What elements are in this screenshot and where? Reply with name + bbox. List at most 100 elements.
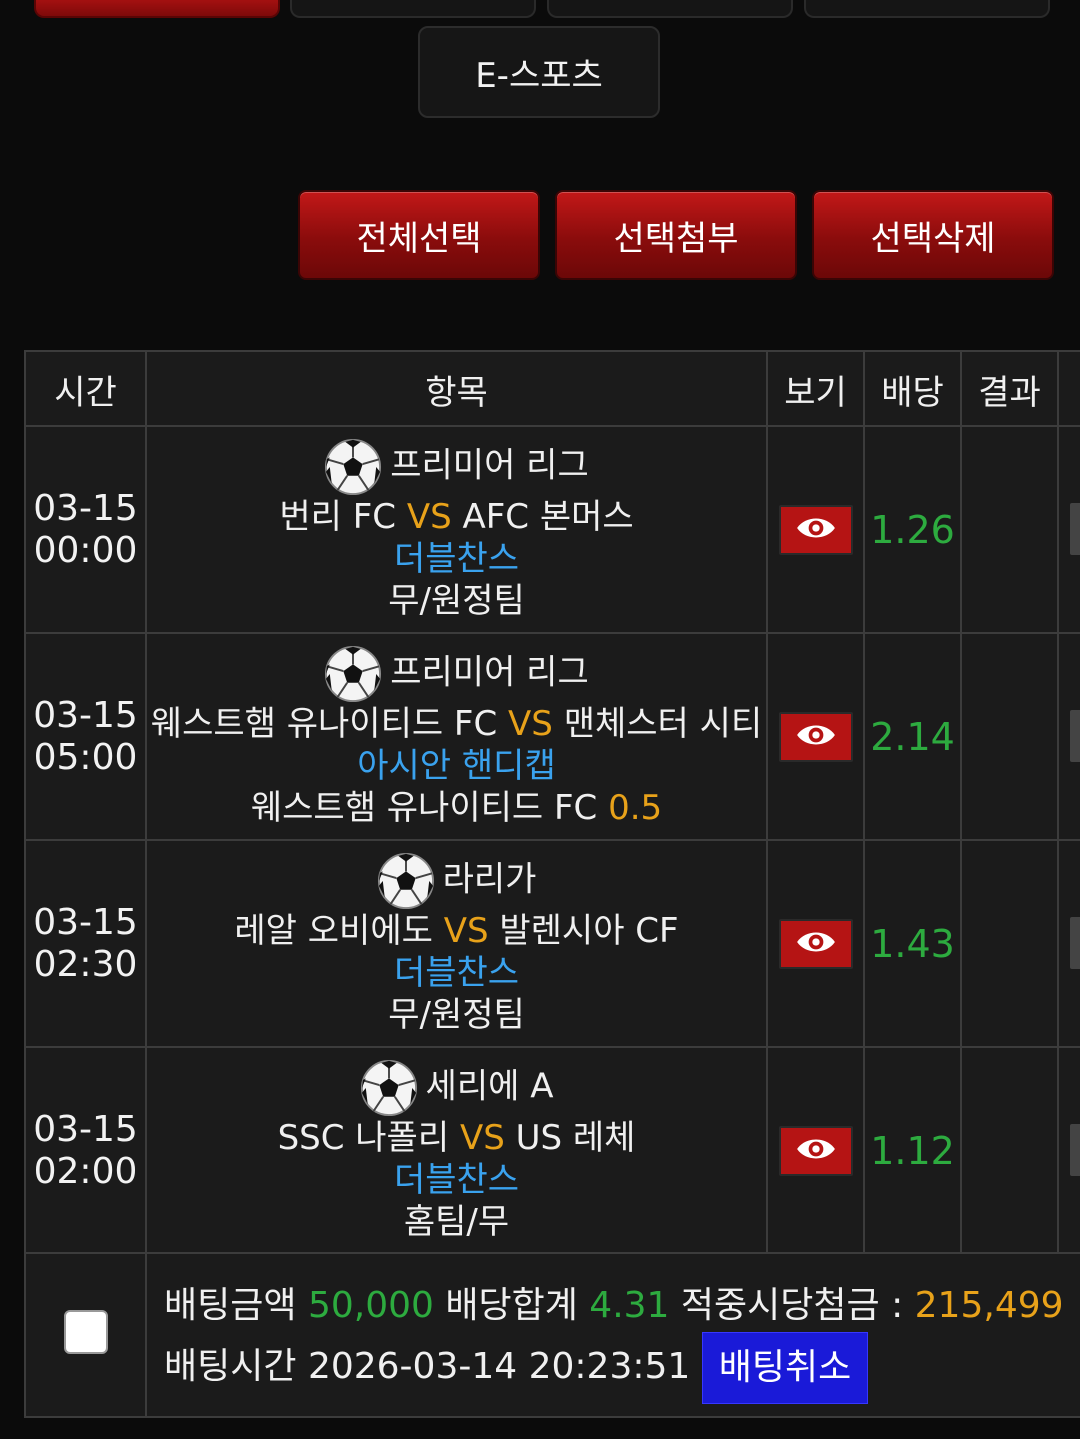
tab-top-1[interactable] bbox=[34, 0, 280, 18]
view-button[interactable] bbox=[778, 504, 853, 555]
pick-line: 홈팀/무 bbox=[404, 1201, 509, 1243]
delete-selected-button[interactable]: 선택삭제 bbox=[812, 190, 1054, 280]
vs-label: VS bbox=[406, 496, 452, 537]
row-item: 프리미어 리그 번리 FC VS AFC 본머스 더블찬스 무/원정팀 bbox=[147, 427, 766, 632]
home-team: SSC 나폴리 bbox=[277, 1117, 450, 1158]
row-view bbox=[768, 634, 863, 839]
pick-line: 웨스트햄 유나이티드 FC 0.5 bbox=[251, 787, 662, 829]
payout-value: 215,499 bbox=[914, 1285, 1064, 1326]
row-date: 03-15 bbox=[33, 487, 138, 529]
pick-value: 0.5 bbox=[608, 787, 663, 828]
eye-icon bbox=[795, 514, 837, 546]
league-line: 프리미어 리그 bbox=[324, 645, 589, 703]
home-team: 레알 오비에도 bbox=[234, 910, 433, 951]
row-date: 03-15 bbox=[33, 694, 138, 736]
row-clock: 05:00 bbox=[33, 736, 138, 778]
select-all-button[interactable]: 전체선택 bbox=[298, 190, 540, 280]
row-clock: 02:00 bbox=[33, 1150, 138, 1192]
row-odds: 1.43 bbox=[865, 841, 960, 1046]
header-item: 항목 bbox=[425, 372, 488, 413]
total-odds-label: 배당합계 bbox=[445, 1285, 578, 1326]
vs-label: VS bbox=[508, 703, 553, 744]
row-time: 03-15 02:00 bbox=[26, 1048, 145, 1253]
tab-top-4[interactable] bbox=[804, 0, 1050, 18]
row-odds: 1.12 bbox=[865, 1048, 960, 1253]
league-name: 세리에 A bbox=[425, 1066, 554, 1106]
header-result: 결과 bbox=[978, 372, 1041, 413]
row-side-control[interactable] bbox=[1070, 1124, 1080, 1176]
row-side-control[interactable] bbox=[1070, 710, 1080, 762]
row-view bbox=[768, 1048, 863, 1253]
view-button[interactable] bbox=[778, 711, 853, 762]
league-line: 세리에 A bbox=[360, 1059, 554, 1117]
attach-selected-button[interactable]: 선택첨부 bbox=[555, 190, 797, 280]
row-result bbox=[962, 841, 1057, 1046]
cancel-bet-button[interactable]: 배팅취소 bbox=[701, 1332, 869, 1404]
pick-line: 무/원정팀 bbox=[388, 580, 525, 622]
bet-summary-line: 배팅금액 50,000 배당합계 4.31 적중시당첨금 : 215,499 bbox=[164, 1276, 1064, 1328]
pick-label: 홈팀/무 bbox=[403, 1201, 510, 1242]
home-team: 웨스트햄 유나이티드 FC bbox=[150, 703, 498, 744]
row-time: 03-15 02:30 bbox=[26, 841, 145, 1046]
row-view bbox=[768, 427, 863, 632]
row-clock: 02:30 bbox=[33, 943, 138, 985]
tab-top-3[interactable] bbox=[547, 0, 793, 18]
row-date: 03-15 bbox=[33, 901, 138, 943]
row-result bbox=[962, 634, 1057, 839]
header-time: 시간 bbox=[54, 372, 117, 413]
league-line: 라리가 bbox=[377, 852, 536, 910]
bet-table: 시간 항목 보기 배당 결과 03-15 00:00 프리미어 리그 번리 FC… bbox=[24, 350, 1080, 1418]
soccer-ball-icon bbox=[360, 1059, 418, 1117]
row-clock: 00:00 bbox=[33, 529, 138, 571]
row-odds: 1.26 bbox=[865, 427, 960, 632]
market-type: 더블찬스 bbox=[393, 952, 520, 993]
bet-amount-value: 50,000 bbox=[307, 1285, 434, 1326]
row-view bbox=[768, 841, 863, 1046]
away-team: 맨체스터 시티 bbox=[563, 703, 763, 744]
pick-label: 무/원정팀 bbox=[388, 994, 525, 1035]
pick-line: 무/원정팀 bbox=[388, 994, 525, 1036]
bet-amount-label: 배팅금액 bbox=[164, 1285, 297, 1326]
pick-label: 웨스트햄 유나이티드 FC bbox=[250, 787, 598, 828]
payout-label: 적중시당첨금 : bbox=[680, 1285, 904, 1326]
row-item: 세리에 A SSC 나폴리 VS US 레체 더블찬스 홈팀/무 bbox=[147, 1048, 766, 1253]
league-line: 프리미어 리그 bbox=[324, 438, 589, 496]
row-side-control[interactable] bbox=[1070, 917, 1080, 969]
tab-top-2[interactable] bbox=[290, 0, 536, 18]
soccer-ball-icon bbox=[324, 645, 382, 703]
eye-icon bbox=[795, 1135, 837, 1167]
odds-value: 1.26 bbox=[870, 507, 955, 552]
row-item: 프리미어 리그 웨스트햄 유나이티드 FC VS 맨체스터 시티 아시안 핸디캡… bbox=[147, 634, 766, 839]
view-button[interactable] bbox=[778, 1125, 853, 1176]
away-team: AFC 본머스 bbox=[462, 496, 634, 537]
bet-select-checkbox[interactable] bbox=[64, 1310, 108, 1354]
soccer-ball-icon bbox=[324, 438, 382, 496]
row-side-control[interactable] bbox=[1070, 503, 1080, 555]
view-button[interactable] bbox=[778, 918, 853, 969]
row-item: 라리가 레알 오비에도 VS 발렌시아 CF 더블찬스 무/원정팀 bbox=[147, 841, 766, 1046]
away-team: US 레체 bbox=[515, 1117, 636, 1158]
match-line: 번리 FC VS AFC 본머스 bbox=[279, 496, 633, 538]
market-type: 더블찬스 bbox=[393, 538, 520, 579]
match-line: SSC 나폴리 VS US 레체 bbox=[278, 1117, 636, 1159]
bet-time-line: 배팅시간 2026-03-14 20:23:51 배팅취소 bbox=[164, 1332, 869, 1404]
row-time: 03-15 00:00 bbox=[26, 427, 145, 632]
total-odds-value: 4.31 bbox=[589, 1285, 670, 1326]
row-result bbox=[962, 1048, 1057, 1253]
header-view: 보기 bbox=[784, 372, 847, 413]
row-result bbox=[962, 427, 1057, 632]
vs-label: VS bbox=[443, 910, 489, 951]
row-time: 03-15 05:00 bbox=[26, 634, 145, 839]
vs-label: VS bbox=[459, 1117, 505, 1158]
home-team: 번리 FC bbox=[279, 496, 396, 537]
odds-value: 2.14 bbox=[870, 714, 955, 759]
eye-icon bbox=[795, 928, 837, 960]
eye-icon bbox=[795, 721, 837, 753]
odds-value: 1.43 bbox=[870, 921, 955, 966]
odds-value: 1.12 bbox=[870, 1128, 955, 1173]
market-type: 더블찬스 bbox=[393, 1159, 520, 1200]
row-odds: 2.14 bbox=[865, 634, 960, 839]
pick-label: 무/원정팀 bbox=[388, 580, 525, 621]
esports-tab[interactable]: E-스포츠 bbox=[418, 26, 660, 118]
bet-time-label: 배팅시간 bbox=[164, 1346, 297, 1387]
